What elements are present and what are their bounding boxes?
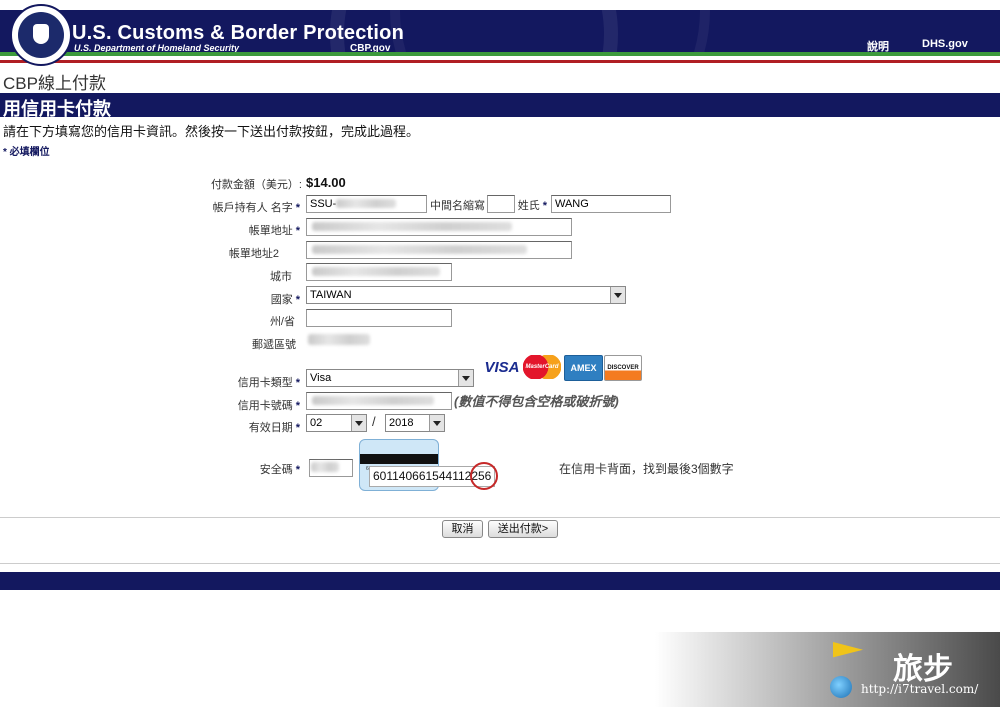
discover-logo: DISCOVER	[604, 355, 642, 381]
visa-logo: VISA	[484, 358, 520, 376]
header-decoration	[390, 10, 710, 52]
redacted-address	[312, 222, 512, 231]
expiry-month-select[interactable]: 02	[306, 414, 367, 432]
billing-address-label: 帳單地址 *	[248, 225, 300, 237]
submit-payment-button[interactable]: 送出付款>	[488, 520, 558, 538]
card-magnetic-stripe	[360, 454, 438, 464]
agency-subtitle: U.S. Department of Homeland Security	[74, 43, 240, 52]
chevron-down-icon	[610, 287, 625, 303]
footer-divider	[0, 563, 1000, 564]
section-title: 用信用卡付款	[3, 99, 111, 119]
redacted-cvv	[311, 462, 339, 472]
amount-label: 付款金額（美元）:	[210, 179, 302, 191]
watermark-logo: 旅步 http://i7travel.com/	[655, 632, 1000, 707]
amex-logo: AMEX	[564, 355, 603, 381]
cancel-button[interactable]: 取消	[442, 520, 483, 538]
mastercard-logo: MasterCard	[523, 355, 561, 379]
footer-bar	[0, 572, 1000, 590]
globe-icon	[830, 676, 852, 698]
section-header-bar: 用信用卡付款	[0, 93, 1000, 119]
site-header: U.S. Customs & Border Protection U.S. De…	[0, 10, 1000, 52]
card-type-label: 信用卡類型 *	[237, 377, 300, 389]
dhs-seal-logo[interactable]	[10, 4, 72, 66]
form-divider	[0, 517, 1000, 518]
redacted-city	[312, 267, 440, 276]
last-name-input[interactable]: WANG	[551, 195, 671, 213]
watermark-url: http://i7travel.com/	[861, 682, 979, 696]
eagle-icon	[18, 12, 64, 58]
chevron-down-icon	[429, 415, 444, 431]
cvv-sample-number: 601140661544112	[373, 469, 472, 483]
agency-title: U.S. Customs & Border Protection	[72, 22, 404, 44]
chevron-down-icon	[351, 415, 366, 431]
expiry-year-select[interactable]: 2018	[385, 414, 445, 432]
cvv-label: 安全碼 *	[259, 464, 300, 476]
expiry-label: 有效日期 *	[248, 422, 300, 434]
cvv-highlight-circle	[470, 462, 498, 490]
agency-url: CBP.gov	[350, 43, 391, 52]
state-label: 州/省	[269, 316, 295, 328]
card-number-label: 信用卡號碼 *	[237, 400, 300, 412]
card-number-hint: (數值不得包含空格或破折號)	[454, 394, 619, 409]
expiry-separator: /	[372, 414, 376, 429]
required-fields-note: * 必填欄位	[3, 147, 50, 158]
city-label: 城市	[270, 271, 292, 283]
amount-value: $14.00	[306, 175, 346, 190]
last-name-label: 姓氏 *	[517, 200, 547, 212]
country-label: 國家 *	[270, 294, 300, 306]
country-select[interactable]: TAIWAN	[306, 286, 626, 304]
page-title: CBP線上付款	[3, 74, 106, 93]
instructions-text: 請在下方填寫您的信用卡資訊。然後按一下送出付款按鈕，完成此過程。	[3, 124, 420, 139]
dhs-link[interactable]: DHS.gov	[922, 38, 968, 50]
redacted-zip	[308, 334, 370, 345]
redacted-address2	[312, 245, 527, 254]
redacted-card-number	[312, 396, 434, 405]
holder-name-label: 帳戶持有人 名字 *	[212, 202, 300, 214]
flag-icon	[833, 642, 863, 658]
state-input[interactable]	[306, 309, 452, 327]
billing-address2-label: 帳單地址2	[228, 248, 279, 260]
header-stripe-red	[0, 60, 1000, 63]
zip-label: 郵遞區號	[252, 339, 296, 351]
chevron-down-icon	[458, 370, 473, 386]
cvv-hint: 在信用卡背面，找到最後3個數字	[559, 462, 734, 476]
help-link[interactable]: 說明	[867, 38, 889, 52]
card-type-select[interactable]: Visa	[306, 369, 474, 387]
